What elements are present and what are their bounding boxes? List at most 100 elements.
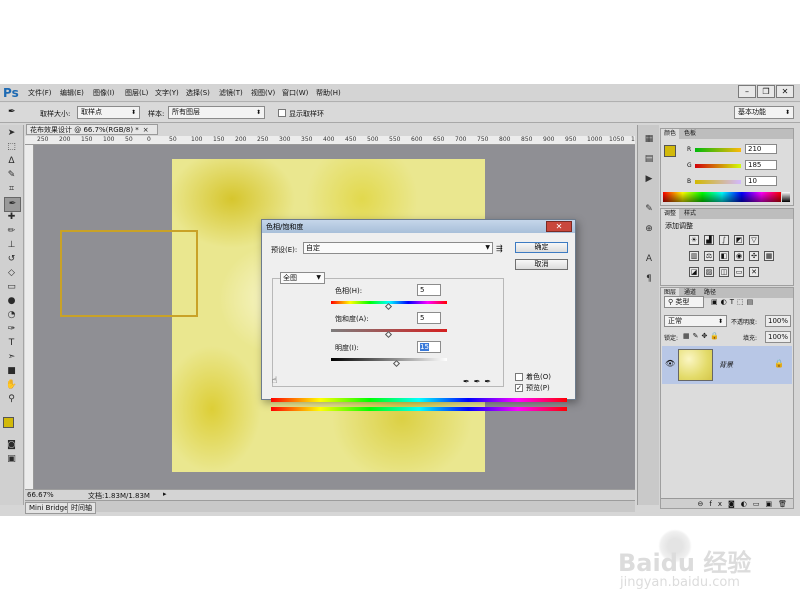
clone-source-icon[interactable]: ⊕ [643,223,655,235]
close-icon[interactable]: × [143,126,149,134]
curves-icon[interactable]: ∫ [719,235,729,245]
tab-color[interactable]: 颜色 [661,129,680,139]
minimize-button[interactable]: – [738,85,756,98]
levels-icon[interactable]: ▟ [704,235,714,245]
tab-swatches[interactable]: 色板 [681,129,699,139]
tab-adjustments[interactable]: 调整 [661,209,680,219]
tab-timeline[interactable]: 时间轴 [67,502,96,514]
gradient-tool-icon[interactable]: ▭ [4,281,19,294]
menu-window[interactable]: 窗口(W) [282,88,308,98]
stamp-tool-icon[interactable]: ⊥ [4,239,19,252]
layers-footer[interactable]: ⊖fx◙◐▭▣🗑 [661,498,793,508]
b-slider[interactable] [695,180,741,184]
color-balance-icon[interactable]: ⚖ [704,251,714,261]
vibrance-icon[interactable]: ▽ [749,235,759,245]
move-tool-icon[interactable]: ➤ [4,127,19,140]
lightness-slider[interactable] [331,358,447,361]
pen-tool-icon[interactable]: ✑ [4,323,19,336]
restore-button[interactable]: ❐ [757,85,775,98]
threshold-icon[interactable]: ◫ [719,267,729,277]
preset-options-icon[interactable]: ⇶ [496,244,503,253]
history-icon[interactable]: ▦ [643,133,655,145]
eraser-tool-icon[interactable]: ◇ [4,267,19,280]
eye-icon[interactable]: 👁 [665,359,675,368]
colorize-checkbox[interactable] [515,373,523,381]
hue-sat-icon[interactable]: ▥ [689,251,699,261]
dodge-tool-icon[interactable]: ◔ [4,309,19,322]
sample-size-select[interactable]: 取样点 ⬍ [77,106,140,119]
lightness-field[interactable]: 15 [417,341,441,353]
healing-tool-icon[interactable]: ✚ [4,211,19,224]
fill-field[interactable]: 100% [765,331,791,343]
photo-filter-icon[interactable]: ◉ [734,251,744,261]
chevron-right-icon[interactable]: ▸ [163,490,167,498]
layer-filter-icons[interactable]: ▣◐T⬚▤ [711,298,756,306]
dialog-close-button[interactable]: ✕ [546,221,572,232]
close-button[interactable]: ✕ [776,85,794,98]
zoom-level[interactable]: 66.67% [27,491,54,499]
quick-select-tool-icon[interactable]: ✎ [4,169,19,182]
preview-checkbox[interactable]: ✓ [515,384,523,392]
channel-select[interactable]: 全图 ▼ [280,272,325,284]
path-select-tool-icon[interactable]: ➣ [4,351,19,364]
hand-tool-icon[interactable]: ✋ [4,379,19,392]
layer-filter-select[interactable]: ⚲ 类型 [664,296,704,308]
show-ring-checkbox[interactable] [278,109,286,117]
history-brush-tool-icon[interactable]: ↺ [4,253,19,266]
menu-image[interactable]: 图像(I) [93,88,115,98]
brush-panel-icon[interactable]: ✎ [643,203,655,215]
foreground-color-swatch[interactable] [664,145,676,157]
marquee-tool-icon[interactable]: ⬚ [4,141,19,154]
color-lookup-icon[interactable]: ▦ [764,251,774,261]
r-slider[interactable] [695,148,741,152]
character-icon[interactable]: A [643,253,655,265]
opacity-field[interactable]: 100% [765,315,791,327]
menu-view[interactable]: 视图(V) [251,88,275,98]
crop-tool-icon[interactable]: ⌗ [4,183,19,196]
layer-row-background[interactable]: 👁 背景 🔒 [662,346,792,384]
document-tab[interactable]: 花布效果设计 @ 66.7%(RGB/8) * × [26,124,158,135]
cancel-button[interactable]: 取消 [515,259,568,270]
preset-select[interactable]: 自定 ▼ [303,242,493,254]
eyedropper-icons[interactable]: ✒✒✒ [463,377,495,386]
eyedropper-tool-icon[interactable]: ✒ [8,107,16,117]
menu-edit[interactable]: 编辑(E) [60,88,84,98]
brush-tool-icon[interactable]: ✏ [4,225,19,238]
menu-type[interactable]: 文字(Y) [155,88,179,98]
g-slider[interactable] [695,164,741,168]
menu-layer[interactable]: 图层(L) [125,88,148,98]
menu-help[interactable]: 帮助(H) [316,88,341,98]
posterize-icon[interactable]: ▨ [704,267,714,277]
lock-icons[interactable]: ▦✎✥🔒 [683,332,722,340]
zoom-tool-icon[interactable]: ⚲ [4,393,19,406]
quick-mask-icon[interactable]: ◙ [4,439,19,452]
actions-icon[interactable]: ▶ [643,173,655,185]
menu-select[interactable]: 选择(S) [186,88,210,98]
tab-styles[interactable]: 样式 [681,209,699,219]
exposure-icon[interactable]: ◩ [734,235,744,245]
foreground-color-swatch[interactable] [3,417,14,428]
sample-select[interactable]: 所有图层 ⬍ [168,106,265,119]
color-spectrum[interactable] [663,192,781,202]
workspace-select[interactable]: 基本功能 ⬍ [734,106,794,119]
g-value-field[interactable]: 185 [745,160,777,170]
grayscale-ramp[interactable] [782,192,790,202]
eyedropper-tool-icon[interactable]: ✒ [4,197,21,212]
screen-mode-icon[interactable]: ▣ [4,453,19,466]
ok-button[interactable]: 确定 [515,242,568,253]
hue-field[interactable]: 5 [417,284,441,296]
saturation-field[interactable]: 5 [417,312,441,324]
b-value-field[interactable]: 10 [745,176,777,186]
properties-icon[interactable]: ▤ [643,153,655,165]
channel-mixer-icon[interactable]: ✣ [749,251,759,261]
bw-icon[interactable]: ◧ [719,251,729,261]
type-tool-icon[interactable]: T [4,337,19,350]
paragraph-icon[interactable]: ¶ [643,273,655,285]
selective-color-icon[interactable]: ✕ [749,267,759,277]
menu-file[interactable]: 文件(F) [28,88,52,98]
gradient-map-icon[interactable]: ▭ [734,267,744,277]
blend-mode-select[interactable]: 正常 ⬍ [664,315,727,327]
targeted-adjust-hand-icon[interactable]: ☝ [272,376,277,386]
tab-mini-bridge[interactable]: Mini Bridge [25,502,73,514]
shape-tool-icon[interactable]: ■ [4,365,19,378]
